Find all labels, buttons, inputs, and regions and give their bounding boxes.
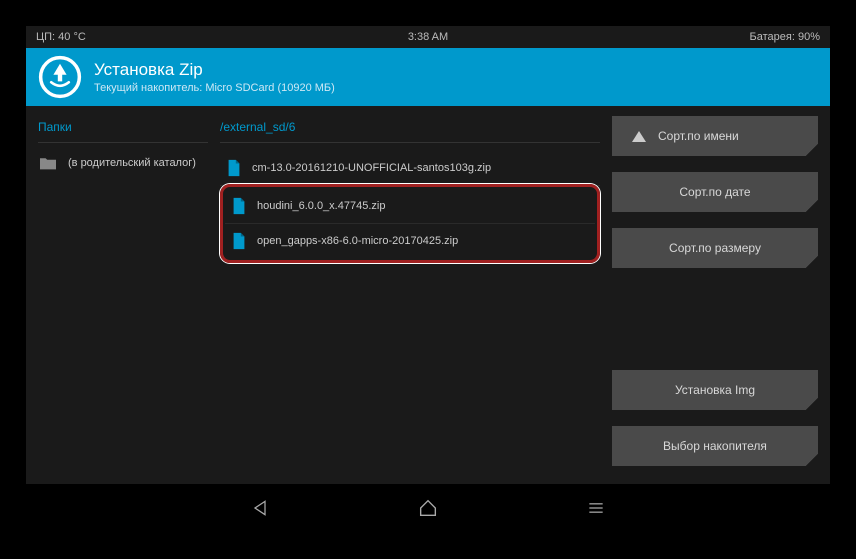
install-img-button[interactable]: Установка Img [612, 370, 818, 410]
button-label: Сорт.по дате [679, 185, 750, 199]
current-path: /external_sd/6 [220, 116, 600, 143]
cpu-temp: ЦП: 40 °C [36, 31, 297, 43]
file-name: open_gapps-x86-6.0-micro-20170425.zip [257, 235, 458, 247]
back-icon [250, 498, 270, 518]
select-storage-button[interactable]: Выбор накопителя [612, 426, 818, 466]
folder-icon [38, 155, 58, 171]
sort-up-icon [632, 131, 646, 142]
files-panel: /external_sd/6 cm-13.0-20161210-UNOFFICI… [220, 116, 600, 474]
actions-panel: Сорт.по имени Сорт.по дате Сорт.по разме… [612, 116, 818, 474]
parent-folder[interactable]: (в родительский каталог) [38, 151, 208, 175]
status-bar: ЦП: 40 °C 3:38 AM Батарея: 90% [26, 26, 830, 48]
button-label: Выбор накопителя [663, 439, 767, 453]
sort-by-size-button[interactable]: Сорт.по размеру [612, 228, 818, 268]
twrp-logo-icon [38, 55, 82, 99]
menu-button[interactable] [582, 494, 610, 522]
sort-by-date-button[interactable]: Сорт.по дате [612, 172, 818, 212]
file-icon [226, 159, 242, 177]
parent-folder-label: (в родительский каталог) [68, 157, 196, 169]
file-item[interactable]: houdini_6.0.0_x.47745.zip [225, 189, 595, 224]
sort-by-name-button[interactable]: Сорт.по имени [612, 116, 818, 156]
battery: Батарея: 90% [559, 31, 820, 43]
menu-icon [586, 498, 606, 518]
file-name: houdini_6.0.0_x.47745.zip [257, 200, 385, 212]
page-title: Установка Zip [94, 60, 335, 80]
home-icon [417, 497, 439, 519]
home-button[interactable] [414, 494, 442, 522]
back-button[interactable] [246, 494, 274, 522]
file-name: cm-13.0-20161210-UNOFFICIAL-santos103g.z… [252, 162, 491, 174]
header: Установка Zip Текущий накопитель: Micro … [26, 48, 830, 106]
storage-info: Текущий накопитель: Micro SDCard (10920 … [94, 82, 335, 94]
button-label: Сорт.по размеру [669, 241, 761, 255]
file-item[interactable]: cm-13.0-20161210-UNOFFICIAL-santos103g.z… [220, 151, 600, 186]
button-label: Установка Img [675, 383, 755, 397]
folders-panel: Папки (в родительский каталог) [38, 116, 208, 474]
file-icon [231, 197, 247, 215]
file-icon [231, 232, 247, 250]
file-item[interactable]: open_gapps-x86-6.0-micro-20170425.zip [225, 224, 595, 258]
navigation-bar [26, 484, 830, 532]
folders-label: Папки [38, 116, 208, 143]
time: 3:38 AM [297, 31, 558, 43]
highlighted-files: houdini_6.0.0_x.47745.zip open_gapps-x86… [220, 184, 600, 263]
button-label: Сорт.по имени [658, 129, 739, 143]
